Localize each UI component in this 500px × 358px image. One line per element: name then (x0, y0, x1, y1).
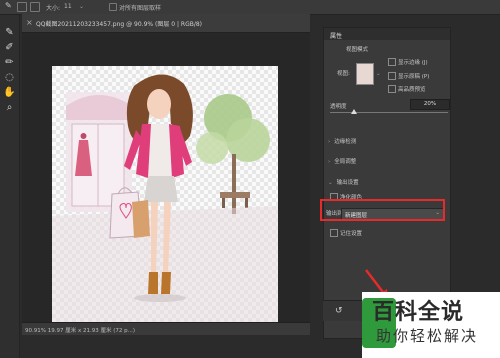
quick-select-tool-icon[interactable]: ✎ (3, 26, 16, 39)
hand-tool-icon[interactable]: ✋ (3, 86, 16, 99)
highlight-box (320, 199, 445, 221)
opacity-slider-handle[interactable] (350, 109, 357, 114)
refine-edge-brush-icon[interactable]: ✐ (3, 41, 16, 54)
show-edge-label: 显示边缘 (J) (398, 60, 428, 66)
watermark: 百科全说 助你轻松解决 (362, 292, 500, 358)
chevron-right-icon: › (328, 159, 331, 165)
output-settings-label: 输出设置 (336, 180, 359, 186)
remember-settings-checkbox[interactable] (330, 229, 338, 237)
chevron-right-icon: › (328, 139, 331, 145)
global-refine-label: 全局调整 (334, 159, 357, 165)
chevron-down-icon[interactable]: ⌄ (79, 3, 84, 10)
high-quality-preview-checkbox[interactable] (388, 85, 396, 93)
size-label: 大小: (46, 5, 61, 12)
view-mode-title: 视图模式 (346, 47, 369, 53)
status-bar: 90.91% 19.97 厘米 x 21.93 厘米 (72 p...) (22, 322, 310, 335)
document-window: × QQ截图20211203233457.png @ 90.9% (图层 0 |… (22, 14, 310, 358)
status-text: 90.91% 19.97 厘米 x 21.93 厘米 (72 p...) (25, 328, 135, 334)
show-original-checkbox[interactable] (388, 72, 396, 80)
brush-tool-icon[interactable]: ✏ (3, 56, 16, 69)
view-thumbnail[interactable] (356, 63, 374, 85)
show-original-label: 显示原稿 (P) (398, 74, 430, 80)
view-label: 视图: (337, 71, 350, 77)
panel-header: 属性 (324, 28, 450, 40)
remember-settings-label: 记住设置 (340, 231, 363, 237)
lasso-tool-icon[interactable]: ◌ (3, 71, 16, 84)
section-edge-detection[interactable]: › 边缘检测 (328, 137, 356, 145)
document-title: QQ截图20211203233457.png @ 90.9% (图层 0 | R… (36, 21, 203, 28)
close-icon[interactable]: × (26, 18, 33, 27)
dock-area (22, 335, 310, 358)
sample-all-checkbox[interactable] (109, 3, 117, 11)
subtract-icon[interactable] (30, 2, 40, 12)
panel-title: 属性 (330, 33, 343, 40)
opacity-slider-track[interactable] (330, 112, 448, 113)
fashion-illustration (52, 66, 278, 322)
size-value[interactable]: 11 (64, 3, 72, 10)
tools-panel: ✎ ✐ ✏ ◌ ✋ ⌕ (0, 15, 20, 358)
opacity-label: 透明度 (330, 104, 347, 110)
image-canvas[interactable] (52, 66, 278, 322)
sample-all-label: 对所有图层取样 (119, 5, 162, 12)
chevron-down-icon[interactable]: ⌄ (376, 71, 381, 77)
brush-icon[interactable]: ✎ (5, 1, 12, 10)
document-tab[interactable]: × QQ截图20211203233457.png @ 90.9% (图层 0 |… (22, 14, 310, 33)
opacity-input[interactable]: 20% (410, 99, 450, 110)
show-edge-checkbox[interactable] (388, 58, 396, 66)
add-icon[interactable] (17, 2, 27, 12)
watermark-subtitle: 助你轻松解决 (376, 327, 479, 345)
chevron-down-icon: ⌄ (328, 180, 333, 186)
options-bar: ✎ 大小: 11 ⌄ 对所有图层取样 (0, 0, 500, 15)
watermark-title: 百科全说 (372, 300, 465, 325)
section-output-settings[interactable]: ⌄ 输出设置 (328, 178, 359, 186)
high-quality-preview-label: 高品质预览 (398, 87, 426, 93)
edge-detection-label: 边缘检测 (334, 139, 357, 145)
section-global-refine[interactable]: › 全局调整 (328, 157, 356, 165)
zoom-tool-icon[interactable]: ⌕ (3, 101, 16, 114)
reset-icon[interactable]: ↺ (335, 306, 343, 316)
